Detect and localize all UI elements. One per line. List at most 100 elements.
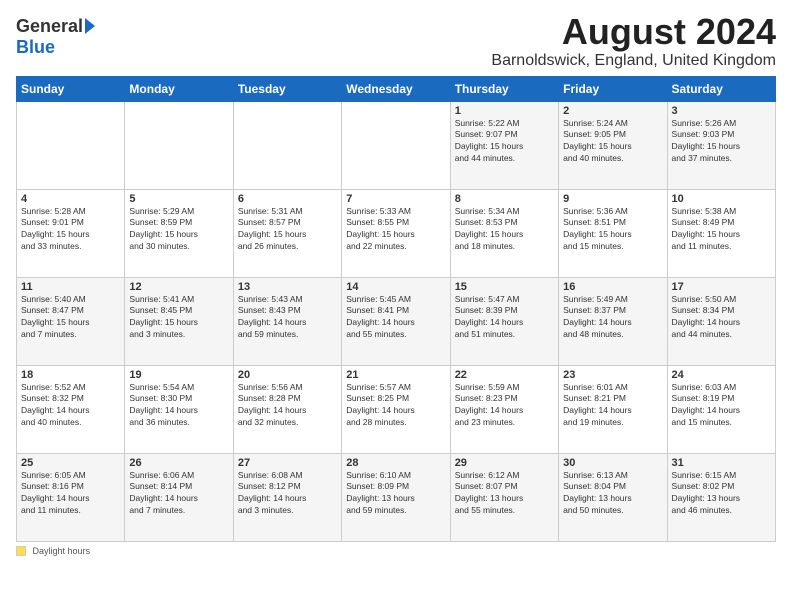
day-number: 19 — [129, 369, 228, 381]
day-number: 17 — [672, 281, 771, 293]
col-thursday: Thursday — [450, 76, 558, 101]
logo-general-text: General — [16, 16, 83, 37]
day-number: 21 — [346, 369, 445, 381]
calendar-week-row: 4Sunrise: 5:28 AM Sunset: 9:01 PM Daylig… — [17, 189, 776, 277]
table-row: 4Sunrise: 5:28 AM Sunset: 9:01 PM Daylig… — [17, 189, 125, 277]
day-number: 5 — [129, 193, 228, 205]
calendar-header-row: Sunday Monday Tuesday Wednesday Thursday… — [17, 76, 776, 101]
table-row: 22Sunrise: 5:59 AM Sunset: 8:23 PM Dayli… — [450, 365, 558, 453]
table-row: 8Sunrise: 5:34 AM Sunset: 8:53 PM Daylig… — [450, 189, 558, 277]
day-info: Sunrise: 5:22 AM Sunset: 9:07 PM Dayligh… — [455, 118, 554, 166]
table-row: 16Sunrise: 5:49 AM Sunset: 8:37 PM Dayli… — [559, 277, 667, 365]
header: General Blue August 2024 Barnoldswick, E… — [16, 12, 776, 70]
day-number: 14 — [346, 281, 445, 293]
day-number: 8 — [455, 193, 554, 205]
logo-blue-text: Blue — [16, 37, 55, 58]
day-info: Sunrise: 5:43 AM Sunset: 8:43 PM Dayligh… — [238, 294, 337, 342]
day-number: 30 — [563, 457, 662, 469]
day-number: 29 — [455, 457, 554, 469]
table-row: 9Sunrise: 5:36 AM Sunset: 8:51 PM Daylig… — [559, 189, 667, 277]
day-info: Sunrise: 5:56 AM Sunset: 8:28 PM Dayligh… — [238, 382, 337, 430]
day-info: Sunrise: 5:47 AM Sunset: 8:39 PM Dayligh… — [455, 294, 554, 342]
table-row: 7Sunrise: 5:33 AM Sunset: 8:55 PM Daylig… — [342, 189, 450, 277]
day-info: Sunrise: 5:59 AM Sunset: 8:23 PM Dayligh… — [455, 382, 554, 430]
day-info: Sunrise: 5:38 AM Sunset: 8:49 PM Dayligh… — [672, 206, 771, 254]
day-info: Sunrise: 5:49 AM Sunset: 8:37 PM Dayligh… — [563, 294, 662, 342]
table-row: 11Sunrise: 5:40 AM Sunset: 8:47 PM Dayli… — [17, 277, 125, 365]
day-number: 2 — [563, 105, 662, 117]
logo-triangle-icon — [85, 18, 95, 34]
table-row: 6Sunrise: 5:31 AM Sunset: 8:57 PM Daylig… — [233, 189, 341, 277]
table-row: 12Sunrise: 5:41 AM Sunset: 8:45 PM Dayli… — [125, 277, 233, 365]
table-row: 31Sunrise: 6:15 AM Sunset: 8:02 PM Dayli… — [667, 453, 775, 541]
table-row: 15Sunrise: 5:47 AM Sunset: 8:39 PM Dayli… — [450, 277, 558, 365]
table-row: 23Sunrise: 6:01 AM Sunset: 8:21 PM Dayli… — [559, 365, 667, 453]
day-info: Sunrise: 5:33 AM Sunset: 8:55 PM Dayligh… — [346, 206, 445, 254]
day-info: Sunrise: 6:08 AM Sunset: 8:12 PM Dayligh… — [238, 470, 337, 518]
table-row — [342, 101, 450, 189]
day-number: 16 — [563, 281, 662, 293]
day-number: 22 — [455, 369, 554, 381]
table-row: 10Sunrise: 5:38 AM Sunset: 8:49 PM Dayli… — [667, 189, 775, 277]
daylight-dot-icon — [16, 546, 26, 556]
day-info: Sunrise: 5:28 AM Sunset: 9:01 PM Dayligh… — [21, 206, 120, 254]
day-info: Sunrise: 6:03 AM Sunset: 8:19 PM Dayligh… — [672, 382, 771, 430]
table-row: 17Sunrise: 5:50 AM Sunset: 8:34 PM Dayli… — [667, 277, 775, 365]
day-number: 20 — [238, 369, 337, 381]
table-row — [233, 101, 341, 189]
calendar-week-row: 18Sunrise: 5:52 AM Sunset: 8:32 PM Dayli… — [17, 365, 776, 453]
day-info: Sunrise: 6:05 AM Sunset: 8:16 PM Dayligh… — [21, 470, 120, 518]
day-info: Sunrise: 5:54 AM Sunset: 8:30 PM Dayligh… — [129, 382, 228, 430]
day-number: 25 — [21, 457, 120, 469]
day-number: 1 — [455, 105, 554, 117]
day-number: 23 — [563, 369, 662, 381]
day-info: Sunrise: 6:13 AM Sunset: 8:04 PM Dayligh… — [563, 470, 662, 518]
day-number: 18 — [21, 369, 120, 381]
logo: General Blue — [16, 16, 95, 58]
table-row: 14Sunrise: 5:45 AM Sunset: 8:41 PM Dayli… — [342, 277, 450, 365]
table-row: 18Sunrise: 5:52 AM Sunset: 8:32 PM Dayli… — [17, 365, 125, 453]
day-info: Sunrise: 5:52 AM Sunset: 8:32 PM Dayligh… — [21, 382, 120, 430]
col-sunday: Sunday — [17, 76, 125, 101]
day-info: Sunrise: 5:41 AM Sunset: 8:45 PM Dayligh… — [129, 294, 228, 342]
table-row: 24Sunrise: 6:03 AM Sunset: 8:19 PM Dayli… — [667, 365, 775, 453]
table-row: 19Sunrise: 5:54 AM Sunset: 8:30 PM Dayli… — [125, 365, 233, 453]
day-info: Sunrise: 6:01 AM Sunset: 8:21 PM Dayligh… — [563, 382, 662, 430]
day-number: 3 — [672, 105, 771, 117]
table-row: 26Sunrise: 6:06 AM Sunset: 8:14 PM Dayli… — [125, 453, 233, 541]
col-wednesday: Wednesday — [342, 76, 450, 101]
day-number: 7 — [346, 193, 445, 205]
day-number: 11 — [21, 281, 120, 293]
table-row: 27Sunrise: 6:08 AM Sunset: 8:12 PM Dayli… — [233, 453, 341, 541]
table-row: 30Sunrise: 6:13 AM Sunset: 8:04 PM Dayli… — [559, 453, 667, 541]
day-info: Sunrise: 6:06 AM Sunset: 8:14 PM Dayligh… — [129, 470, 228, 518]
day-info: Sunrise: 5:36 AM Sunset: 8:51 PM Dayligh… — [563, 206, 662, 254]
day-info: Sunrise: 5:40 AM Sunset: 8:47 PM Dayligh… — [21, 294, 120, 342]
day-number: 13 — [238, 281, 337, 293]
calendar-week-row: 1Sunrise: 5:22 AM Sunset: 9:07 PM Daylig… — [17, 101, 776, 189]
day-number: 4 — [21, 193, 120, 205]
day-info: Sunrise: 5:34 AM Sunset: 8:53 PM Dayligh… — [455, 206, 554, 254]
table-row: 20Sunrise: 5:56 AM Sunset: 8:28 PM Dayli… — [233, 365, 341, 453]
day-number: 27 — [238, 457, 337, 469]
table-row: 5Sunrise: 5:29 AM Sunset: 8:59 PM Daylig… — [125, 189, 233, 277]
day-number: 10 — [672, 193, 771, 205]
day-info: Sunrise: 5:29 AM Sunset: 8:59 PM Dayligh… — [129, 206, 228, 254]
day-info: Sunrise: 5:50 AM Sunset: 8:34 PM Dayligh… — [672, 294, 771, 342]
footer: Daylight hours — [16, 546, 776, 557]
col-saturday: Saturday — [667, 76, 775, 101]
day-number: 15 — [455, 281, 554, 293]
calendar-week-row: 25Sunrise: 6:05 AM Sunset: 8:16 PM Dayli… — [17, 453, 776, 541]
day-number: 28 — [346, 457, 445, 469]
table-row — [125, 101, 233, 189]
col-friday: Friday — [559, 76, 667, 101]
table-row: 2Sunrise: 5:24 AM Sunset: 9:05 PM Daylig… — [559, 101, 667, 189]
day-info: Sunrise: 6:10 AM Sunset: 8:09 PM Dayligh… — [346, 470, 445, 518]
day-info: Sunrise: 6:15 AM Sunset: 8:02 PM Dayligh… — [672, 470, 771, 518]
footer-label: Daylight hours — [33, 546, 91, 556]
day-number: 24 — [672, 369, 771, 381]
calendar-week-row: 11Sunrise: 5:40 AM Sunset: 8:47 PM Dayli… — [17, 277, 776, 365]
day-info: Sunrise: 6:12 AM Sunset: 8:07 PM Dayligh… — [455, 470, 554, 518]
day-number: 26 — [129, 457, 228, 469]
day-info: Sunrise: 5:45 AM Sunset: 8:41 PM Dayligh… — [346, 294, 445, 342]
